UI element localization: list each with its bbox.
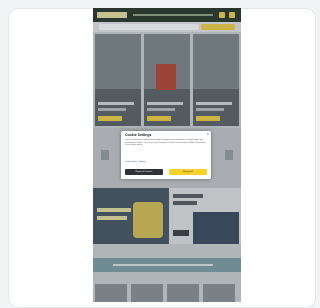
cookie-dialog-body: We use cookies and similar technologies … [125, 139, 206, 147]
cookie-dialog: Cookie Settings × We use cookies and sim… [121, 131, 211, 179]
close-icon[interactable]: × [207, 132, 209, 136]
accept-cookies-button[interactable]: Accept all [169, 169, 207, 175]
cookie-policy-link[interactable]: Cookie policy · Settings [125, 161, 146, 163]
cookie-dialog-title: Cookie Settings [125, 133, 152, 137]
reject-cookies-button[interactable]: Reject all cookies [125, 169, 163, 175]
